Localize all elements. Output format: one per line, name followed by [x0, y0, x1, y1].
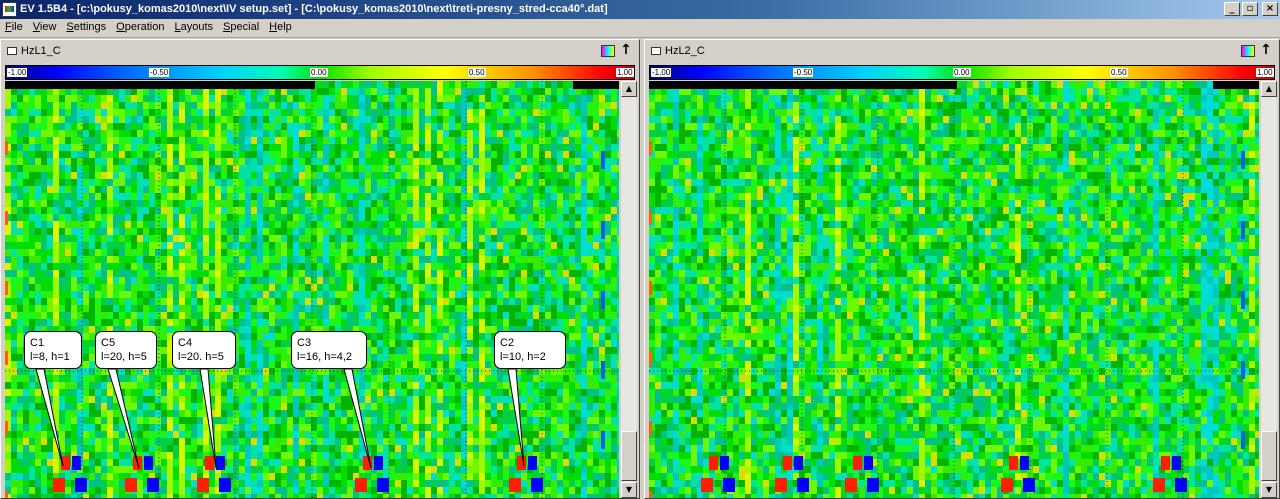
scale-tick: 0.00 — [953, 68, 971, 77]
menu-help[interactable]: Help — [264, 19, 297, 35]
restore-button[interactable]: ▫ — [1242, 2, 1258, 16]
vertical-scrollbar[interactable]: ▲ ▼ — [621, 81, 637, 498]
scale-tick: 0.50 — [1110, 68, 1128, 77]
callout-name: C1 — [30, 337, 45, 349]
color-scale-bar: -1.00 -0.50 0.00 0.50 1.00 — [649, 65, 1275, 80]
panel-window-icon — [7, 47, 17, 55]
defect-callout[interactable]: C2 l=10, h=2 — [494, 331, 566, 369]
scale-tick: 0.50 — [468, 68, 486, 77]
scale-tick: -1.00 — [7, 68, 28, 77]
menu-operation[interactable]: Operation — [111, 19, 169, 35]
menu-view[interactable]: View — [28, 19, 62, 35]
scroll-thumb[interactable] — [621, 431, 637, 481]
callout-params: l=10, h=2 — [500, 351, 546, 363]
callout-params: l=20, h=5 — [101, 351, 147, 363]
scale-tick: 1.00 — [616, 68, 634, 77]
menu-special[interactable]: Special — [218, 19, 264, 35]
callout-name: C3 — [297, 337, 312, 349]
menu-bar: File View Settings Operation Layouts Special H… — [0, 19, 1280, 38]
callout-params: l=8, h=1 — [30, 351, 70, 363]
callout-name: C4 — [178, 337, 193, 349]
callout-name: C5 — [101, 337, 116, 349]
minimize-button[interactable]: _ — [1224, 2, 1240, 16]
defect-callout[interactable]: C1 l=8, h=1 — [24, 331, 82, 369]
window-title-bar[interactable]: EV 1.5B4 - [c:\pokusy_komas2010\next\IV … — [0, 0, 1280, 19]
scale-tick: -1.00 — [651, 68, 672, 77]
scroll-thumb[interactable] — [1261, 431, 1277, 481]
defect-callout[interactable]: C4 l=20. h=5 — [172, 331, 236, 369]
menu-settings[interactable]: Settings — [61, 19, 111, 35]
vertical-scrollbar[interactable]: ▲ ▼ — [1261, 81, 1277, 498]
palette-icon[interactable] — [1241, 45, 1255, 57]
close-button[interactable]: × — [1262, 2, 1278, 16]
callout-name: C2 — [500, 337, 515, 349]
panel-title-bar: HzL1_C ↑ — [3, 42, 637, 60]
window-title: EV 1.5B4 - [c:\pokusy_komas2010\next\IV … — [20, 3, 608, 15]
panel-hzl2: HzL2_C ↑ -1.00 -0.50 0.00 0.50 1.00 ▲ ▼ — [644, 39, 1280, 499]
app-icon[interactable] — [2, 2, 17, 17]
callout-params: l=16, h=4,2 — [297, 351, 353, 363]
scroll-up-button[interactable]: ▲ — [621, 81, 637, 97]
scale-tick: -0.50 — [149, 68, 170, 77]
defect-callout[interactable]: C5 l=20, h=5 — [95, 331, 157, 369]
callout-params: l=20. h=5 — [178, 351, 224, 363]
panel-title: HzL1_C — [21, 45, 61, 57]
menu-layouts[interactable]: Layouts — [170, 19, 219, 35]
menu-file[interactable]: File — [0, 19, 28, 35]
arrow-up-icon[interactable]: ↑ — [1259, 43, 1273, 58]
scale-tick: 1.00 — [1256, 68, 1274, 77]
scale-tick: -0.50 — [793, 68, 814, 77]
arrow-up-icon[interactable]: ↑ — [619, 43, 633, 58]
ultrasonic-heatmap[interactable] — [649, 81, 1259, 498]
scroll-down-button[interactable]: ▼ — [1261, 482, 1277, 498]
panel-title-bar: HzL2_C ↑ — [647, 42, 1277, 60]
ultrasonic-heatmap[interactable] — [5, 81, 619, 498]
defect-callout[interactable]: C3 l=16, h=4,2 — [291, 331, 367, 369]
scale-tick: 0.00 — [310, 68, 328, 77]
palette-icon[interactable] — [601, 45, 615, 57]
color-scale-bar: -1.00 -0.50 0.00 0.50 1.00 — [5, 65, 635, 80]
panel-title: HzL2_C — [665, 45, 705, 57]
panel-window-icon — [651, 47, 661, 55]
scroll-down-button[interactable]: ▼ — [621, 482, 637, 498]
panel-hzl1: HzL1_C ↑ -1.00 -0.50 0.00 0.50 1.00 ▲ ▼ — [0, 39, 640, 499]
scroll-up-button[interactable]: ▲ — [1261, 81, 1277, 97]
